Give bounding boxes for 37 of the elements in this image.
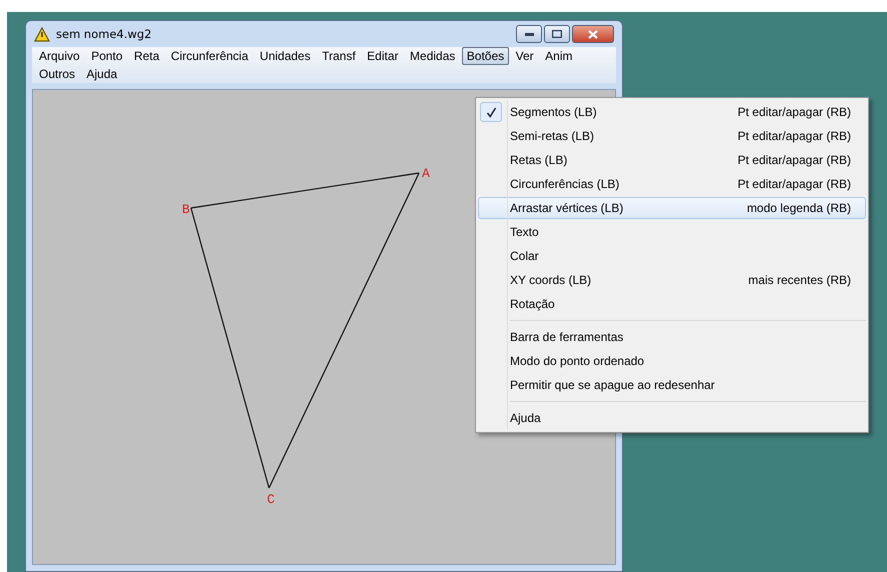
minimize-icon	[524, 32, 534, 36]
dropdown-item[interactable]: Modo do ponto ordenado	[478, 350, 866, 372]
dropdown-item[interactable]: Permitir que se apague ao redesenhar	[478, 374, 866, 396]
menu-item[interactable]: Ajuda	[82, 65, 122, 83]
close-button[interactable]	[572, 25, 614, 43]
window-title: sem nome4.wg2	[56, 27, 153, 41]
menu-item[interactable]: Arquivo	[34, 47, 85, 65]
menu-item[interactable]: Ver	[510, 47, 539, 65]
minimize-button[interactable]	[516, 25, 542, 43]
vertex-label: B	[182, 202, 190, 217]
vertex-label: A	[422, 166, 430, 181]
dropdown-item[interactable]: Texto	[478, 221, 866, 243]
vertex-label: C	[267, 492, 275, 507]
menu-item[interactable]: Unidades	[254, 47, 316, 65]
dropdown-item[interactable]: Ajuda	[478, 407, 866, 429]
dropdown-item[interactable]: Arrastar vértices (LB) modo legenda (RB)	[478, 197, 866, 219]
close-icon	[588, 30, 598, 38]
dropdown-item[interactable]: Rotação	[478, 293, 866, 315]
dropdown-item[interactable]: Barra de ferramentas	[478, 326, 866, 348]
dropdown-item[interactable]: Semi-retas (LB) Pt editar/apagar (RB)	[478, 125, 866, 147]
dropdown-item[interactable]: Circunferências (LB) Pt editar/apagar (RB)	[478, 173, 866, 195]
dropdown-item[interactable]: Retas (LB) Pt editar/apagar (RB)	[478, 149, 866, 171]
menu-item[interactable]: Anim	[540, 47, 578, 65]
menu-item[interactable]: Outros	[34, 65, 80, 83]
menu-item[interactable]: Editar	[362, 47, 404, 65]
warning-triangle-icon	[34, 26, 50, 42]
dropdown-item[interactable]: Colar	[478, 245, 866, 267]
dropdown-item[interactable]: Segmentos (LB) Pt editar/apagar (RB)	[478, 101, 866, 123]
menu-item[interactable]: Reta	[129, 47, 164, 65]
menu-item[interactable]: Ponto	[86, 47, 128, 65]
dropdown-item[interactable]: XY coords (LB) mais recentes (RB)	[478, 269, 866, 291]
menu-item[interactable]: Botões	[462, 47, 510, 65]
maximize-button[interactable]	[544, 25, 570, 43]
maximize-icon	[552, 30, 562, 38]
menu-item[interactable]: Transf	[316, 47, 361, 65]
menu-item[interactable]: Medidas	[404, 47, 460, 65]
menu-item[interactable]: Circunferência	[166, 47, 254, 65]
